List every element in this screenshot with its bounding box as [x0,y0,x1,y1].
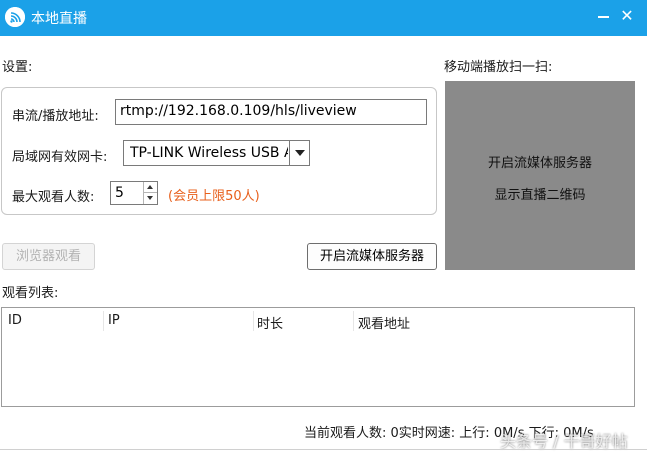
nic-selected-value: TP-LINK Wireless USB A [130,145,288,161]
window-title: 本地直播 [31,11,87,27]
nic-label: 局域网有效网卡: [12,150,108,165]
column-divider[interactable] [253,311,254,331]
stream-url-input[interactable]: rtmp://192.168.0.109/hls/liveview [115,99,427,125]
settings-label: 设置: [2,60,33,75]
column-divider[interactable] [103,311,104,331]
chevron-down-icon[interactable] [289,141,309,165]
settings-group: 串流/播放地址: rtmp://192.168.0.109/hls/livevi… [1,87,437,215]
member-limit-note: (会员上限50人) [168,189,260,204]
title-bar: 本地直播 ✕ [0,0,647,36]
start-server-button[interactable]: 开启流媒体服务器 [307,243,437,270]
column-divider[interactable] [353,311,354,331]
stream-url-label: 串流/播放地址: [12,109,99,124]
max-viewers-value: 5 [115,185,124,201]
browser-watch-button[interactable]: 浏览器观看 [2,243,95,270]
qr-hint-line1: 开启流媒体服务器 [487,156,592,171]
close-icon[interactable]: ✕ [613,3,641,31]
qr-code-panel: 开启流媒体服务器 显示直播二维码 [445,81,635,270]
bottom-edge [0,449,647,450]
column-header-url[interactable]: 观看地址 [358,313,410,332]
watch-list-label: 观看列表: [2,286,59,301]
viewer-count: 当前观看人数: 0 [304,426,399,441]
stepper-spin [143,182,157,204]
max-viewers-label: 最大观看人数: [12,190,95,205]
column-header-id[interactable]: ID [8,313,22,328]
watch-list-table[interactable]: ID IP 时长 观看地址 [1,307,635,407]
column-header-ip[interactable]: IP [108,313,120,328]
column-header-duration[interactable]: 时长 [257,313,283,332]
stepper-down-icon[interactable] [144,193,157,204]
live-broadcast-icon [5,7,25,27]
nic-select[interactable]: TP-LINK Wireless USB A [123,140,310,166]
mobile-scan-label: 移动端播放扫一扫: [444,60,553,75]
max-viewers-stepper[interactable]: 5 [110,181,158,205]
qr-hint-line2: 显示直播二维码 [494,188,586,203]
stepper-up-icon[interactable] [144,182,157,193]
